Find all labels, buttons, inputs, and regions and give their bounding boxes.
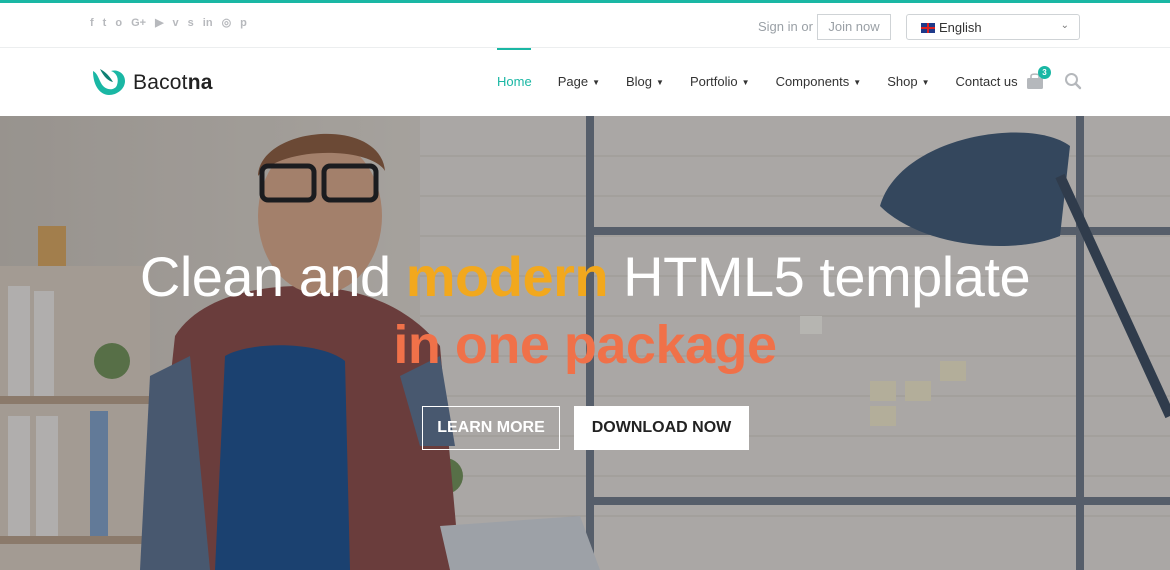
logo-mark-icon — [93, 69, 125, 95]
twitter-icon[interactable]: t — [103, 17, 107, 30]
search-icon[interactable] — [1064, 72, 1082, 90]
nav-item-page[interactable]: Page ▼ — [545, 48, 613, 116]
join-now-button[interactable]: Join now — [817, 14, 891, 40]
dribbble-icon[interactable]: ◎ — [222, 17, 232, 30]
instagram-icon[interactable]: o — [115, 17, 122, 30]
brand-name: Bacotna — [133, 71, 213, 94]
vimeo-icon[interactable]: v — [173, 17, 179, 30]
caret-down-icon: ▼ — [656, 78, 664, 87]
google-plus-icon[interactable]: G+ — [131, 17, 146, 30]
uk-flag-icon — [921, 23, 935, 33]
nav-item-home[interactable]: Home — [497, 48, 545, 116]
nav-item-components[interactable]: Components ▼ — [763, 48, 875, 116]
chevron-down-icon: ⌄ — [1060, 20, 1069, 31]
nav-item-blog[interactable]: Blog ▼ — [613, 48, 677, 116]
nav-item-contact[interactable]: Contact us — [943, 48, 1031, 116]
top-bar: f t o G+ ▶ v s in ◎ p Sign in or Join no… — [0, 0, 1170, 48]
caret-down-icon: ▼ — [853, 78, 862, 87]
pinterest-icon[interactable]: p — [240, 17, 247, 30]
main-navbar: Bacotna Home Page ▼ Blog ▼ Portfolio ▼ Comp… — [0, 48, 1170, 116]
nav-item-portfolio[interactable]: Portfolio ▼ — [677, 48, 763, 116]
hero-subheading: in one package — [393, 315, 777, 375]
sign-in-link[interactable]: Sign in or — [758, 19, 813, 34]
social-links: f t o G+ ▶ v s in ◎ p — [90, 17, 247, 30]
download-now-button[interactable]: DOWNLOAD NOW — [574, 406, 749, 450]
hero-heading-accent: modern — [405, 245, 609, 308]
language-select[interactable]: English ⌄ — [906, 14, 1080, 40]
learn-more-button[interactable]: LEARN MORE — [422, 406, 560, 450]
caret-down-icon: ▼ — [741, 78, 750, 87]
skype-icon[interactable]: s — [188, 17, 194, 30]
language-selected-value: English — [939, 20, 982, 35]
linkedin-icon[interactable]: in — [203, 17, 213, 30]
caret-down-icon: ▼ — [921, 78, 930, 87]
brand-logo[interactable]: Bacotna — [91, 67, 213, 99]
nav-item-shop[interactable]: Shop ▼ — [874, 48, 942, 116]
primary-nav: Home Page ▼ Blog ▼ Portfolio ▼ Components ▼ … — [497, 48, 1031, 116]
hero-section: Clean and modern HTML5 template in one p… — [0, 116, 1170, 570]
hero-heading: Clean and modern HTML5 template — [139, 245, 1031, 308]
youtube-icon[interactable]: ▶ — [155, 17, 163, 30]
caret-down-icon: ▼ — [592, 78, 600, 87]
cart-count-badge: 3 — [1038, 66, 1051, 79]
facebook-icon[interactable]: f — [90, 17, 94, 30]
